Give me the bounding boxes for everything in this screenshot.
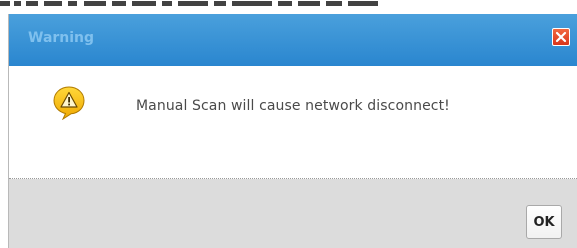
screen: Warning Manual Scan will cause network d… — [0, 0, 577, 248]
ok-button[interactable]: OK — [526, 205, 562, 239]
warning-message: Manual Scan will cause network disconnec… — [136, 98, 450, 114]
cropped-caption-glyphs — [0, 1, 378, 6]
dialog-titlebar: Warning — [9, 14, 577, 66]
close-button[interactable] — [552, 28, 570, 46]
dialog-title: Warning — [28, 30, 95, 46]
cropped-document-caption — [0, 0, 577, 14]
dialog-content: Manual Scan will cause network disconnec… — [9, 66, 577, 179]
warning-icon — [53, 86, 85, 120]
close-icon — [555, 31, 567, 43]
warning-dialog: Warning Manual Scan will cause network d… — [8, 14, 577, 248]
dialog-footer: OK — [9, 179, 577, 248]
